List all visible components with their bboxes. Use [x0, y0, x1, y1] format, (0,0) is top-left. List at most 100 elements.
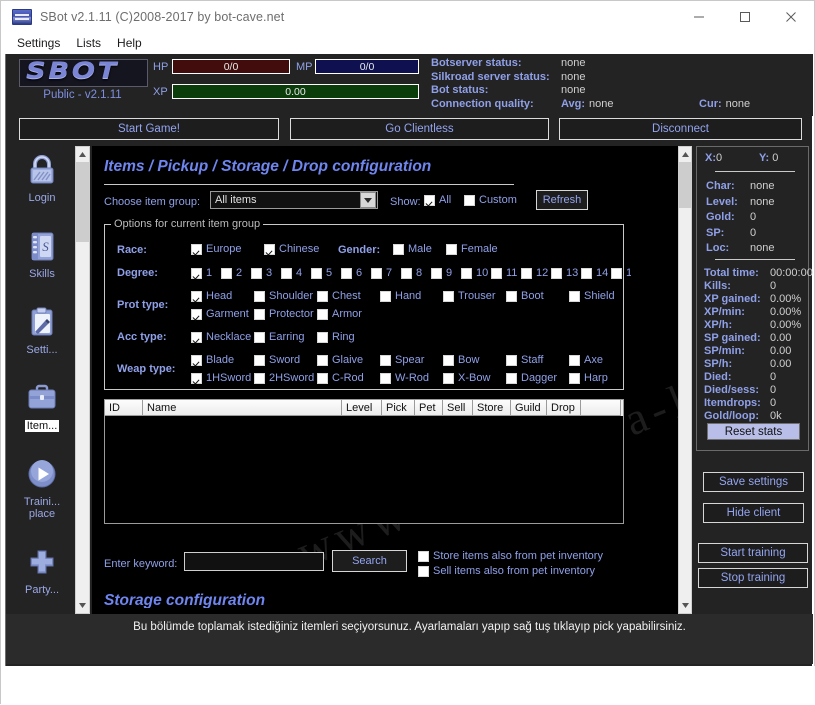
- table-header-cell[interactable]: Store: [473, 400, 511, 416]
- keyword-input-wrap[interactable]: [184, 552, 324, 571]
- prot-shoulder-checkbox[interactable]: Shoulder: [254, 290, 317, 302]
- weap-axe-checkbox[interactable]: Axe: [569, 354, 632, 366]
- scroll-up-icon[interactable]: [76, 147, 89, 162]
- degree-14-checkbox[interactable]: 14: [581, 267, 611, 279]
- menu-item-settings[interactable]: Settings: [9, 34, 68, 52]
- checkbox-box: [317, 308, 328, 320]
- weap-1hsword-checkbox[interactable]: 1HSword: [191, 372, 254, 384]
- degree-4-checkbox[interactable]: 4: [281, 267, 311, 279]
- table-header-cell[interactable]: Guild: [511, 400, 547, 416]
- sidebar-item-party[interactable]: Party...: [10, 538, 74, 614]
- show-all-checkbox[interactable]: All: [424, 194, 451, 206]
- degree-15-checkbox[interactable]: 15: [611, 267, 631, 279]
- acc-necklace-checkbox[interactable]: Necklace: [191, 331, 254, 343]
- prot-protector-checkbox[interactable]: Protector: [254, 308, 317, 320]
- table-header-cell[interactable]: Level: [342, 400, 382, 416]
- weap-2hsword-checkbox[interactable]: 2HSword: [254, 372, 317, 384]
- sidebar-item-training-place[interactable]: Traini... place: [10, 450, 74, 538]
- acc-earring-checkbox[interactable]: Earring: [254, 331, 317, 343]
- degree-6-checkbox[interactable]: 6: [341, 267, 371, 279]
- prot-trouser-checkbox[interactable]: Trouser: [443, 290, 506, 302]
- weap-x-bow-checkbox[interactable]: X-Bow: [443, 372, 506, 384]
- weap-spear-checkbox[interactable]: Spear: [380, 354, 443, 366]
- table-header-cell[interactable]: Sell: [443, 400, 473, 416]
- checkbox-box: [443, 290, 454, 302]
- item-group-select[interactable]: All items: [210, 191, 378, 209]
- scroll-down-icon[interactable]: [76, 598, 89, 613]
- store-from-pet-checkbox[interactable]: Store items also from pet inventory: [418, 550, 603, 562]
- prot-head-checkbox[interactable]: Head: [191, 290, 254, 302]
- prot-hand-checkbox[interactable]: Hand: [380, 290, 443, 302]
- divider: [715, 259, 795, 260]
- prot-garment-checkbox[interactable]: Garment: [191, 308, 254, 320]
- degree-9-checkbox[interactable]: 9: [431, 267, 461, 279]
- start-game-button[interactable]: Start Game!: [19, 118, 279, 140]
- panel-scroll-down-icon[interactable]: [679, 598, 691, 613]
- weap-glaive-checkbox[interactable]: Glaive: [317, 354, 380, 366]
- close-icon[interactable]: [768, 1, 814, 32]
- maximize-icon[interactable]: [722, 1, 768, 32]
- table-header-cell[interactable]: ID: [105, 400, 143, 416]
- degree-3-checkbox[interactable]: 3: [251, 267, 281, 279]
- table-header-cell[interactable]: Name: [143, 400, 342, 416]
- disconnect-button[interactable]: Disconnect: [559, 118, 802, 140]
- stop-training-button[interactable]: Stop training: [698, 568, 808, 588]
- menu-item-lists[interactable]: Lists: [68, 34, 109, 52]
- save-settings-button[interactable]: Save settings: [703, 472, 804, 492]
- sidebar-item-login[interactable]: Login: [10, 146, 74, 222]
- refresh-button[interactable]: Refresh: [536, 190, 588, 210]
- degree-1-checkbox[interactable]: 1: [191, 267, 221, 279]
- race-europe-checkbox[interactable]: Europe: [191, 243, 241, 255]
- table-header-cell[interactable]: Pet: [415, 400, 443, 416]
- checkbox-label: 6: [356, 267, 363, 279]
- panel-scroll-up-icon[interactable]: [679, 147, 691, 162]
- degree-12-checkbox[interactable]: 12: [521, 267, 551, 279]
- prot-shield-checkbox[interactable]: Shield: [569, 290, 632, 302]
- table-header-cell[interactable]: [581, 400, 621, 416]
- sidebar-item-settings[interactable]: Setti...: [10, 298, 74, 374]
- sidebar-item-items[interactable]: Item...: [10, 374, 74, 450]
- degree-8-checkbox[interactable]: 8: [401, 267, 431, 279]
- weap-dagger-checkbox[interactable]: Dagger: [506, 372, 569, 384]
- weap-w-rod-checkbox[interactable]: W-Rod: [380, 372, 443, 384]
- weap-c-rod-checkbox[interactable]: C-Rod: [317, 372, 380, 384]
- menu-item-help[interactable]: Help: [109, 34, 150, 52]
- prot-chest-checkbox[interactable]: Chest: [317, 290, 380, 302]
- degree-13-checkbox[interactable]: 13: [551, 267, 581, 279]
- gender-male-checkbox[interactable]: Male: [393, 243, 432, 255]
- bot-status-value: none: [561, 84, 586, 96]
- weap-harp-checkbox[interactable]: Harp: [569, 372, 632, 384]
- race-chinese-checkbox[interactable]: Chinese: [264, 243, 319, 255]
- sidebar-item-skills[interactable]: S Skills: [10, 222, 74, 298]
- weap-staff-checkbox[interactable]: Staff: [506, 354, 569, 366]
- panel-scrollbar-thumb[interactable]: [679, 162, 691, 208]
- start-training-button[interactable]: Start training: [698, 543, 808, 563]
- weap-sword-checkbox[interactable]: Sword: [254, 354, 317, 366]
- show-custom-checkbox[interactable]: Custom: [464, 194, 517, 206]
- gender-female-checkbox[interactable]: Female: [446, 243, 498, 255]
- go-clientless-button[interactable]: Go Clientless: [290, 118, 549, 140]
- prot-boot-checkbox[interactable]: Boot: [506, 290, 569, 302]
- degree-5-checkbox[interactable]: 5: [311, 267, 341, 279]
- chevron-down-icon[interactable]: [360, 192, 376, 208]
- scrollbar-thumb[interactable]: [76, 162, 89, 242]
- items-table[interactable]: ID Name Level Pick Pet Sell Store Guild Drop: [104, 399, 624, 524]
- prot-armor-checkbox[interactable]: Armor: [317, 308, 380, 320]
- reset-stats-button[interactable]: Reset stats: [707, 423, 800, 440]
- table-header-cell[interactable]: Drop: [547, 400, 581, 416]
- minimize-icon[interactable]: [676, 1, 722, 32]
- weap-blade-checkbox[interactable]: Blade: [191, 354, 254, 366]
- degree-7-checkbox[interactable]: 7: [371, 267, 401, 279]
- degree-2-checkbox[interactable]: 2: [221, 267, 251, 279]
- hide-client-button[interactable]: Hide client: [703, 503, 804, 523]
- acc-ring-checkbox[interactable]: Ring: [317, 331, 380, 343]
- degree-11-checkbox[interactable]: 11: [491, 267, 521, 279]
- sell-from-pet-checkbox[interactable]: Sell items also from pet inventory: [418, 565, 595, 577]
- weap-bow-checkbox[interactable]: Bow: [443, 354, 506, 366]
- degree-10-checkbox[interactable]: 10: [461, 267, 491, 279]
- panel-scrollbar[interactable]: [678, 146, 692, 614]
- search-button[interactable]: Search: [332, 550, 407, 572]
- sidebar-scrollbar[interactable]: [75, 146, 90, 614]
- table-header-cell[interactable]: Pick: [382, 400, 415, 416]
- search-input[interactable]: [185, 553, 323, 570]
